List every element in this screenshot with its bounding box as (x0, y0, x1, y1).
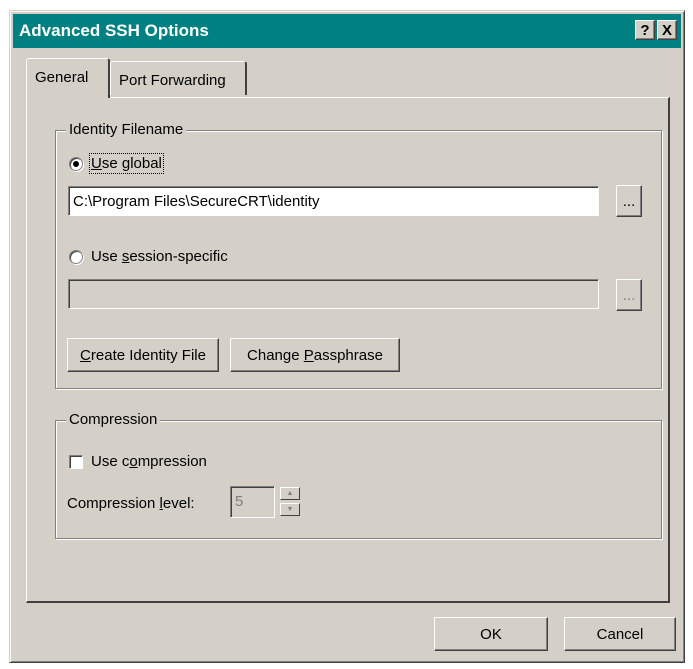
close-button[interactable]: X (657, 20, 677, 40)
use-session-specific-radio[interactable]: Use session-specific (69, 248, 228, 265)
help-button[interactable]: ? (635, 20, 655, 40)
spin-up-arrow-icon[interactable]: ▲ (280, 487, 300, 500)
radio-selected-icon[interactable] (69, 156, 83, 171)
ok-label: OK (480, 625, 502, 643)
cancel-button[interactable]: Cancel (564, 617, 676, 651)
global-identity-path-input[interactable]: C:\Program Files\SecureCRT\identity (68, 186, 599, 216)
radio-unselected-icon[interactable] (69, 249, 83, 264)
checkbox-unchecked-icon[interactable] (69, 454, 83, 469)
tab-general[interactable]: General (26, 58, 110, 98)
ellipsis-icon: ... (622, 192, 636, 210)
identity-filename-group: Identity Filename Use global C:\Program … (55, 121, 662, 389)
title-bar[interactable]: Advanced SSH Options ? X (13, 14, 681, 48)
compression-level-label: Compression level: (67, 495, 195, 512)
use-compression-checkbox[interactable]: Use compression (69, 453, 207, 470)
tab-general-label: General (35, 69, 89, 86)
browse-session-button[interactable]: ... (616, 279, 642, 311)
use-session-specific-label: Use session-specific (91, 248, 228, 265)
cancel-label: Cancel (596, 625, 644, 643)
compression-level-input[interactable]: 5 (230, 486, 275, 518)
use-global-label: Use global (89, 153, 164, 174)
use-global-radio[interactable]: Use global (69, 153, 164, 174)
create-identity-file-button[interactable]: Create Identity File (67, 338, 219, 372)
spin-down-arrow-icon[interactable]: ▼ (280, 503, 300, 516)
identity-filename-legend: Identity Filename (66, 121, 187, 138)
ellipsis-icon: ... (622, 286, 636, 304)
compression-group: Compression Use compression Compression … (55, 411, 662, 539)
change-passphrase-label: Change Passphrase (247, 346, 383, 364)
tab-port-forwarding[interactable]: Port Forwarding (110, 61, 247, 95)
general-tab-panel: Identity Filename Use global C:\Program … (26, 97, 670, 603)
browse-global-button[interactable]: ... (616, 185, 642, 217)
tab-port-forwarding-label: Port Forwarding (119, 72, 226, 89)
change-passphrase-button[interactable]: Change Passphrase (230, 338, 400, 372)
session-identity-path-input[interactable] (68, 279, 599, 309)
use-compression-label: Use compression (91, 453, 207, 470)
window-title: Advanced SSH Options (19, 21, 209, 40)
ok-button[interactable]: OK (434, 617, 548, 651)
compression-legend: Compression (66, 411, 161, 428)
create-identity-file-label: Create Identity File (80, 346, 206, 364)
advanced-ssh-options-dialog: Advanced SSH Options ? X General Port Fo… (9, 10, 685, 663)
